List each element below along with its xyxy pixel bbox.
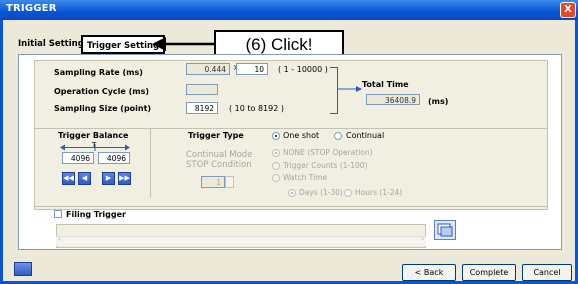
balance-left-input[interactable]: 4096 [62, 152, 94, 164]
cancel-button[interactable]: Cancel [522, 264, 572, 281]
browse-folder-button[interactable] [434, 220, 456, 240]
trigger-balance-label: Trigger Balance [58, 131, 129, 140]
complete-button[interactable]: Complete [462, 264, 516, 281]
balance-right-input[interactable]: 4096 [98, 152, 130, 164]
continual-mode-title: Continual Mode [186, 150, 253, 160]
trigger-marker: T [92, 141, 97, 149]
hours-label: Hours (1-24) [355, 188, 403, 197]
days-radio [288, 189, 296, 197]
none-stop-label: NONE (STOP Operation) [283, 148, 373, 157]
window-title: TRIGGER [6, 3, 57, 14]
spinner-arrows [225, 176, 234, 188]
trigger-type-label: Trigger Type [188, 131, 244, 140]
total-time-arrow [338, 86, 362, 92]
folder-icon [437, 223, 453, 237]
watch-time-radio [272, 174, 280, 182]
trigger-counts-label: Trigger Counts (1-100) [283, 161, 368, 170]
sampling-rate-label: Sampling Rate (ms) [54, 68, 143, 77]
watch-time-label: Watch Time [283, 173, 328, 182]
tab-initial-setting[interactable]: Initial Setting [18, 39, 84, 49]
total-time-value: 36408.9 [366, 94, 420, 105]
back-button[interactable]: < Back [402, 264, 456, 281]
section-divider [34, 128, 548, 129]
filing-trigger-label: Filing Trigger [66, 210, 126, 219]
days-label: Days (1-30) [299, 188, 343, 197]
continual-radio[interactable] [334, 132, 342, 140]
close-button[interactable]: X [560, 2, 576, 18]
scroll-right-icon[interactable]: › [421, 235, 424, 243]
none-stop-radio [272, 149, 280, 157]
operation-cycle-field [186, 84, 218, 95]
sampling-rate-base: 0.444 [186, 63, 230, 75]
sampling-rate-range: ( 1 - 10000 ) [278, 65, 328, 74]
title-bar [0, 0, 578, 20]
filing-trigger-checkbox[interactable] [54, 210, 62, 218]
sampling-size-label: Sampling Size (point) [54, 104, 152, 113]
vertical-divider [150, 128, 151, 198]
one-shot-label: One shot [283, 131, 320, 140]
one-shot-radio[interactable] [272, 132, 280, 140]
sampling-rate-multiplier-input[interactable]: 10 [236, 63, 268, 75]
operation-cycle-label: Operation Cycle (ms) [54, 87, 150, 96]
balance-last-button[interactable]: ▶▶ [118, 172, 131, 185]
balance-first-button[interactable]: ◀◀ [62, 172, 75, 185]
hours-radio [344, 189, 352, 197]
stop-count-spinner: 1 [201, 176, 225, 188]
continual-label: Continual [346, 131, 385, 140]
total-time-label: Total Time [362, 80, 409, 89]
filing-scrollbar[interactable]: ‹ › [56, 235, 426, 246]
total-time-bracket [330, 67, 338, 114]
trigger-counts-radio [272, 162, 280, 170]
keyboard-icon[interactable] [14, 262, 32, 276]
total-time-unit: (ms) [428, 97, 449, 106]
balance-prev-button[interactable]: ◀ [78, 172, 91, 185]
balance-next-button[interactable]: ▶ [102, 172, 115, 185]
scroll-left-icon[interactable]: ‹ [58, 235, 61, 243]
callout-arrow [152, 37, 216, 51]
sampling-size-input[interactable]: 8192 [186, 102, 218, 114]
stop-condition-title: STOP Condition [186, 160, 252, 170]
sampling-size-range: ( 10 to 8192 ) [229, 104, 284, 113]
filing-divider [34, 206, 548, 207]
